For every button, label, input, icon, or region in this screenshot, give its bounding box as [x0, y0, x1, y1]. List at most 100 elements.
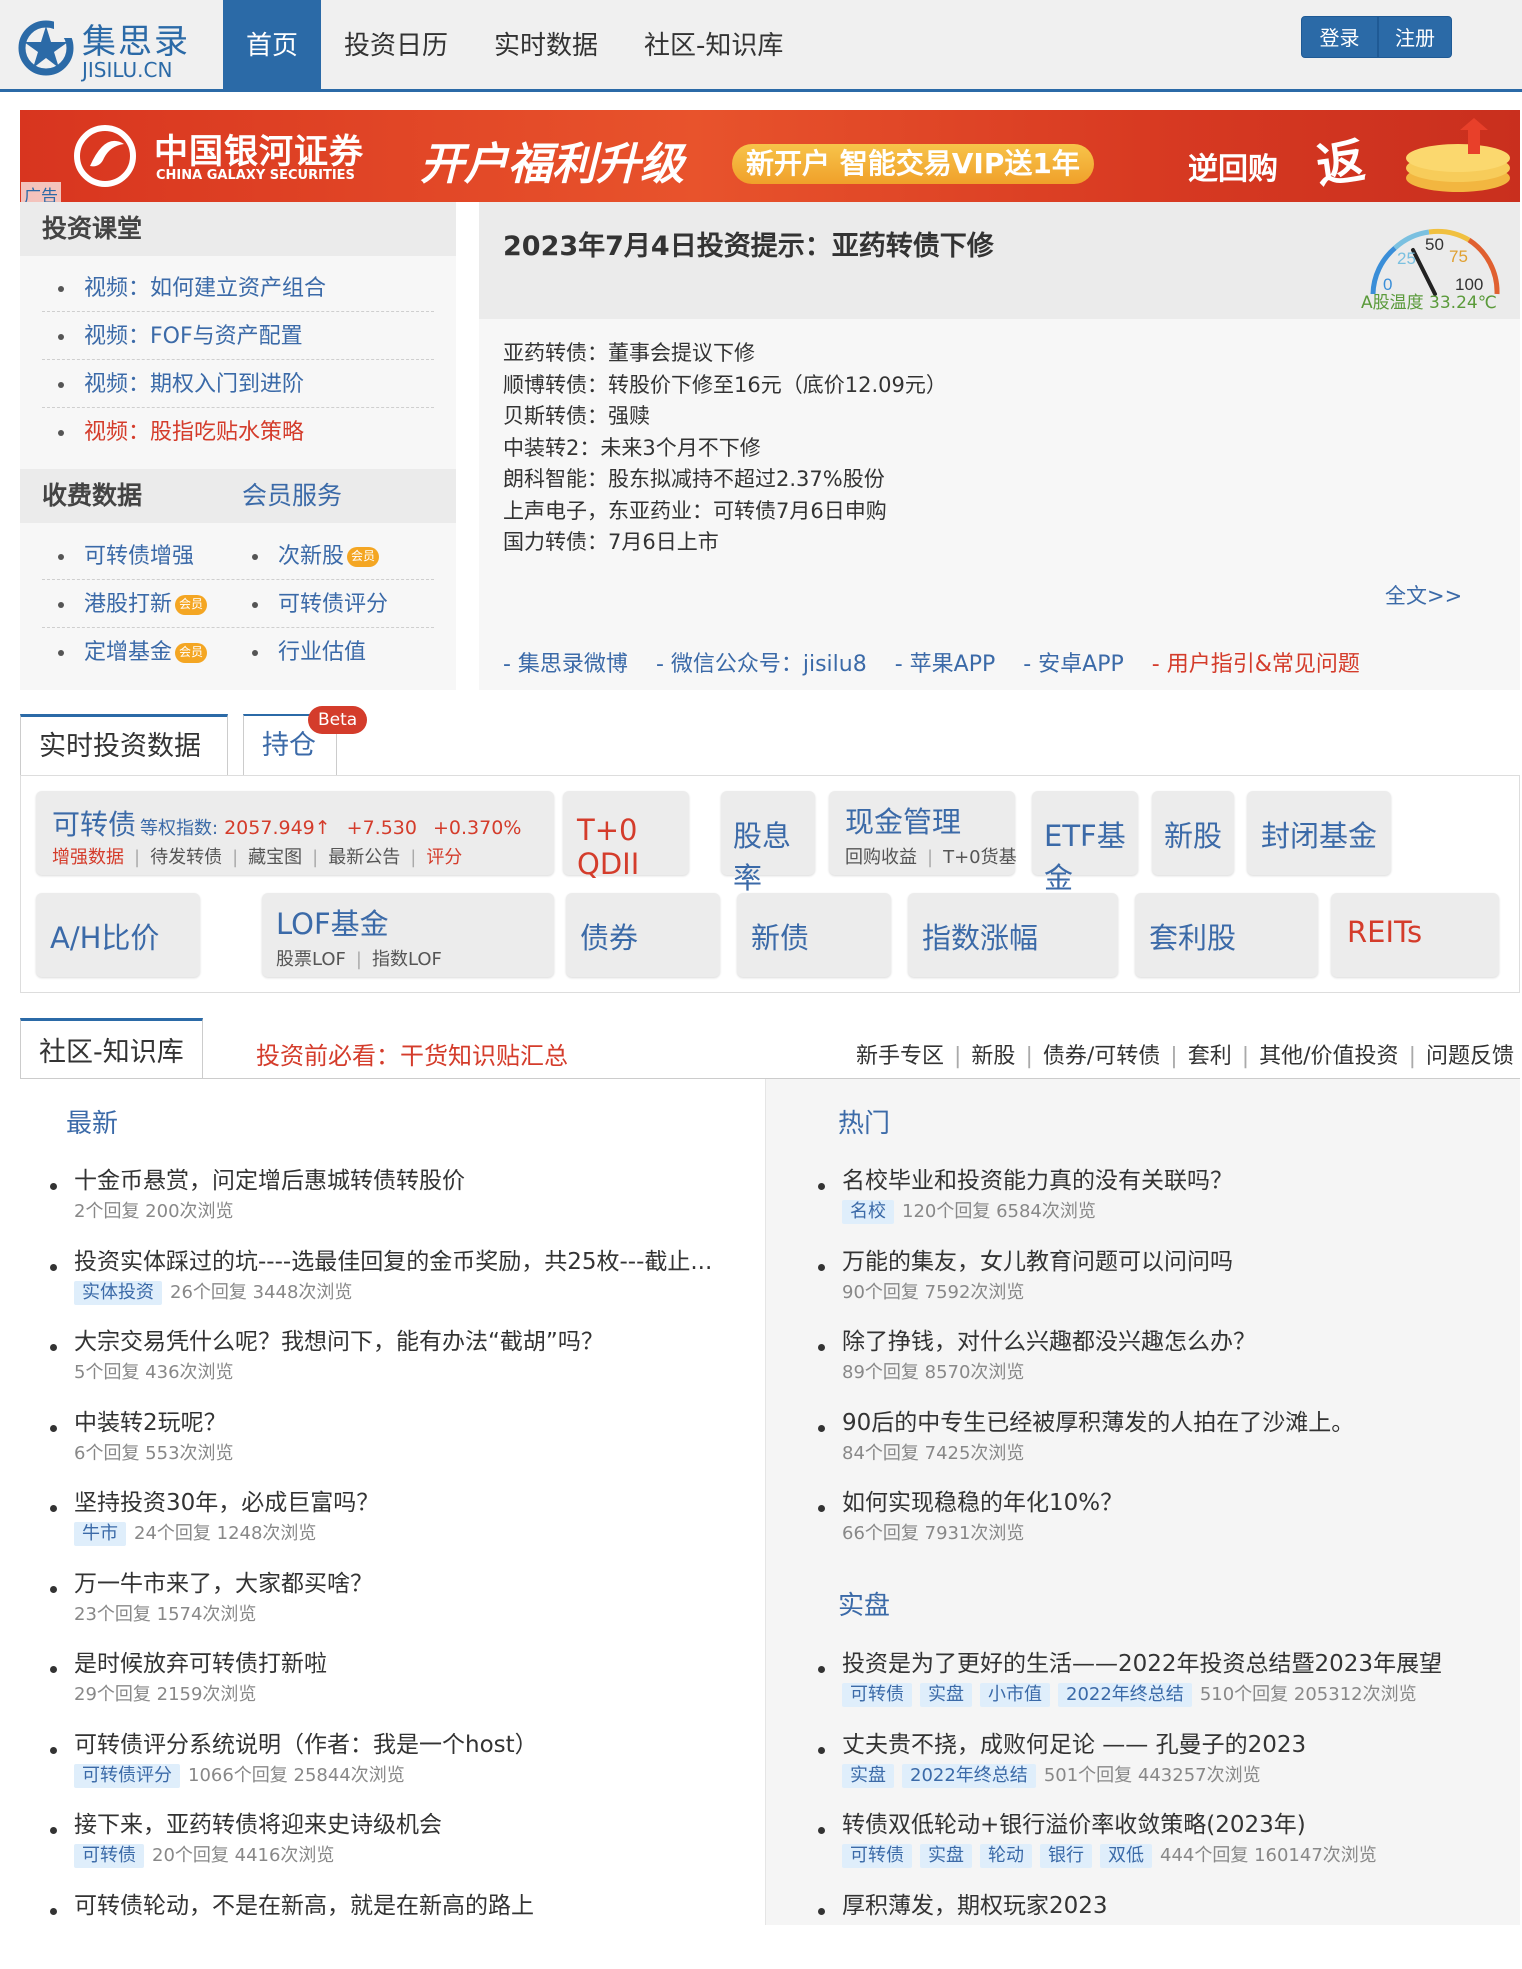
cash-link-repo[interactable]: 回购收益 — [845, 847, 917, 868]
lof-link-stock[interactable]: 股票LOF — [276, 949, 346, 970]
cb-index-value: 2057.949↑ — [224, 817, 331, 839]
tile-index-change[interactable]: 指数涨幅 — [908, 893, 1118, 977]
nav-calendar[interactable]: 投资日历 — [321, 0, 471, 89]
tile-reits[interactable]: REITs — [1331, 893, 1499, 977]
tile-new-stock[interactable]: 新股 — [1152, 791, 1234, 875]
login-button[interactable]: 登录 — [1301, 16, 1378, 58]
tile-lof-fund[interactable]: LOF基金 股票LOF|指数LOF — [262, 893, 554, 977]
weibo-link[interactable]: - 集思录微博 — [503, 646, 628, 678]
post-title[interactable]: 十金币悬赏，问定增后惠城转债转股价 — [74, 1164, 752, 1198]
cb-link-treasure-map[interactable]: 藏宝图 — [248, 847, 302, 868]
tip-lines: 亚药转债：董事会提议下修 顺博转债：转股价下修至16元（底价12.09元） 贝斯… — [503, 338, 947, 559]
nav-home[interactable]: 首页 — [223, 0, 321, 89]
post-title[interactable]: 90后的中专生已经被厚积薄发的人拍在了沙滩上。 — [842, 1406, 1520, 1440]
cat-arbitrage[interactable]: 套利 — [1188, 1044, 1232, 1069]
tip-line: 上声电子，东亚药业：可转债7月6日申购 — [503, 496, 947, 528]
topic-tag[interactable]: 实体投资 — [74, 1281, 162, 1305]
post-title[interactable]: 投资是为了更好的生活——2022年投资总结暨2023年展望 — [842, 1647, 1520, 1681]
post-title[interactable]: 转债双低轮动+银行溢价率收敛策略(2023年) — [842, 1808, 1520, 1842]
lof-link-index[interactable]: 指数LOF — [372, 949, 442, 970]
topic-tag[interactable]: 实盘 — [842, 1764, 894, 1788]
cat-newbie[interactable]: 新手专区 — [856, 1044, 944, 1069]
topic-tag[interactable]: 牛市 — [74, 1522, 126, 1546]
topic-tag[interactable]: 可转债 — [842, 1683, 912, 1707]
tab-community[interactable]: 社区-知识库 — [20, 1018, 203, 1080]
paid-item-cb-enhanced[interactable]: 可转债增强 — [42, 532, 194, 580]
paid-item-private-fund[interactable]: 定增基金会员 — [42, 628, 207, 676]
tile-cash-management[interactable]: 现金管理 回购收益|T+0货基 — [829, 791, 1015, 875]
post-title[interactable]: 万能的集友，女儿教育问题可以问问吗 — [842, 1245, 1520, 1279]
tile-closed-fund[interactable]: 封闭基金 — [1247, 791, 1391, 875]
post-title[interactable]: 是时候放弃可转债打新啦 — [74, 1647, 752, 1681]
tile-arbitrage[interactable]: 套利股 — [1135, 893, 1318, 977]
nav-realtime-data[interactable]: 实时数据 — [471, 0, 621, 89]
post-title[interactable]: 如何实现稳稳的年化10%？ — [842, 1486, 1520, 1520]
post-title[interactable]: 投资实体踩过的坑----选最佳回复的金币奖励，共25枚---截止... — [74, 1245, 752, 1279]
course-item[interactable]: 视频：期权入门到进阶 — [42, 360, 434, 408]
ad-banner[interactable]: 中国银河证券 CHINA GALAXY SECURITIES 开户福利升级 新开… — [20, 110, 1520, 202]
tip-title[interactable]: 2023年7月4日投资提示：亚药转债下修 — [503, 224, 994, 263]
banner-offer: 新开户 智能交易VIP送1年 — [732, 144, 1094, 184]
nav-community[interactable]: 社区-知识库 — [621, 0, 806, 89]
course-item[interactable]: 视频：如何建立资产组合 — [42, 264, 434, 312]
cb-link-pending[interactable]: 待发转债 — [150, 847, 222, 868]
wechat-link[interactable]: - 微信公众号：jisilu8 — [656, 646, 867, 678]
tile-etf-fund[interactable]: ETF基金 — [1032, 791, 1138, 875]
post-title[interactable]: 坚持投资30年，必成巨富吗？ — [74, 1486, 752, 1520]
site-logo[interactable]: 集思录 JISILU.CN — [18, 12, 228, 82]
cb-link-notices[interactable]: 最新公告 — [328, 847, 400, 868]
course-item[interactable]: 视频：股指吃贴水策略 — [42, 408, 434, 456]
topic-tag[interactable]: 名校 — [842, 1200, 894, 1224]
paid-item-cb-score[interactable]: 可转债评分 — [236, 580, 388, 628]
tile-label: 股息率 — [733, 813, 815, 897]
cat-value[interactable]: 其他/价值投资 — [1259, 1044, 1398, 1069]
full-text-link[interactable]: 全文>> — [1385, 580, 1462, 610]
course-item[interactable]: 视频：FOF与资产配置 — [42, 312, 434, 360]
post-title[interactable]: 除了挣钱，对什么兴趣都没兴趣怎么办？ — [842, 1325, 1520, 1359]
topic-tag[interactable]: 2022年终总结 — [902, 1764, 1036, 1788]
tile-convertible-bond[interactable]: 可转债等权指数:2057.949↑+7.530+0.370% 增强数据|待发转债… — [36, 791, 554, 875]
post-title[interactable]: 名校毕业和投资能力真的没有关联吗？ — [842, 1164, 1520, 1198]
topic-tag[interactable]: 银行 — [1040, 1844, 1092, 1868]
tile-t0-qdii[interactable]: T+0 QDII — [563, 791, 689, 875]
paid-item-hk-ipo[interactable]: 港股打新会员 — [42, 580, 207, 628]
topic-tag[interactable]: 可转债 — [74, 1844, 144, 1868]
register-button[interactable]: 注册 — [1378, 16, 1452, 58]
post-title[interactable]: 厚积薄发，期权玩家2023 — [842, 1889, 1520, 1923]
topic-tag[interactable]: 可转债 — [842, 1844, 912, 1868]
cat-bonds[interactable]: 债券/可转债 — [1043, 1044, 1160, 1069]
user-guide-link[interactable]: - 用户指引&常见问题 — [1152, 646, 1360, 678]
cb-link-score[interactable]: 评分 — [426, 847, 462, 868]
topic-tag[interactable]: 2022年终总结 — [1058, 1683, 1192, 1707]
post-title[interactable]: 接下来，亚药转债将迎来史诗级机会 — [74, 1808, 752, 1842]
must-read-link[interactable]: 投资前必看：干货知识贴汇总 — [256, 1036, 568, 1071]
banner-slogan: 开户福利升级 — [420, 128, 684, 192]
topic-tag[interactable]: 双低 — [1100, 1844, 1152, 1868]
cat-ipo[interactable]: 新股 — [971, 1044, 1015, 1069]
topic-tag[interactable]: 可转债评分 — [74, 1764, 180, 1788]
cash-link-t0[interactable]: T+0货基 — [943, 847, 1017, 868]
topic-tag[interactable]: 实盘 — [920, 1844, 972, 1868]
topic-tag[interactable]: 轮动 — [980, 1844, 1032, 1868]
ios-app-link[interactable]: - 苹果APP — [895, 646, 996, 678]
tile-dividend-yield[interactable]: 股息率 — [721, 791, 815, 875]
android-app-link[interactable]: - 安卓APP — [1023, 646, 1124, 678]
topic-tag[interactable]: 实盘 — [920, 1683, 972, 1707]
post-title[interactable]: 可转债轮动，不是在新高，就是在新高的路上 — [74, 1889, 752, 1923]
real-posts: 投资是为了更好的生活——2022年投资总结暨2023年展望可转债实盘小市值202… — [810, 1647, 1520, 1969]
paid-item-industry-valuation[interactable]: 行业估值 — [236, 628, 366, 676]
post-title[interactable]: 中装转2玩呢？ — [74, 1406, 752, 1440]
post-title[interactable]: 可转债评分系统说明（作者：我是一个host） — [74, 1728, 752, 1762]
post-title[interactable]: 丈夫贵不挠，成败何足论 —— 孔曼子的2023 — [842, 1728, 1520, 1762]
post-title[interactable]: 万一牛市来了，大家都买啥？ — [74, 1567, 752, 1601]
tile-bonds[interactable]: 债券 — [566, 893, 720, 977]
paid-item-sub-new[interactable]: 次新股会员 — [236, 532, 379, 580]
cat-feedback[interactable]: 问题反馈 — [1426, 1044, 1514, 1069]
post-title[interactable]: 大宗交易凭什么呢？我想问下，能有办法“截胡”吗？ — [74, 1325, 752, 1359]
cb-link-enhanced[interactable]: 增强数据 — [52, 847, 124, 868]
tab-realtime-data[interactable]: 实时投资数据 — [20, 714, 228, 776]
member-service-link[interactable]: 会员服务 — [242, 469, 342, 523]
tile-new-bonds[interactable]: 新债 — [737, 893, 891, 977]
topic-tag[interactable]: 小市值 — [980, 1683, 1050, 1707]
tile-ah-ratio[interactable]: A/H比价 — [36, 893, 200, 977]
